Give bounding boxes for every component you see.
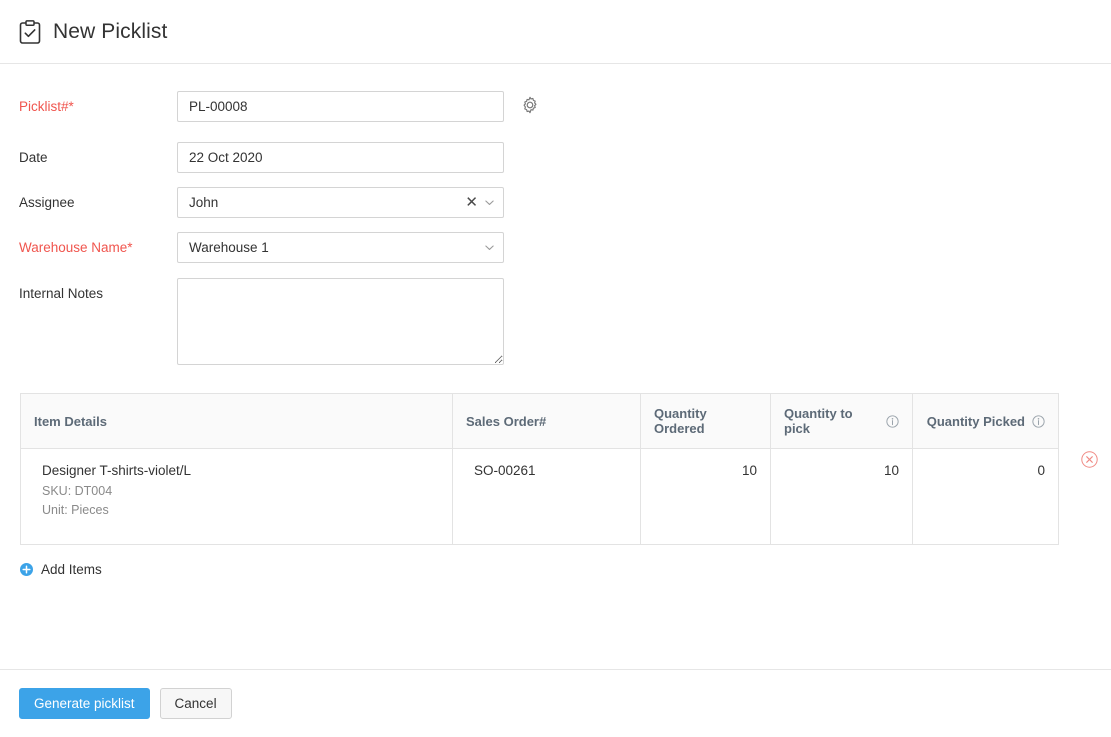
warehouse-name-select[interactable]: Warehouse 1 (177, 232, 504, 263)
warehouse-name-field-wrap: Warehouse 1 (177, 232, 504, 263)
page-header: New Picklist (0, 0, 1111, 64)
info-icon-quantity-picked[interactable] (1032, 415, 1045, 428)
internal-notes-field-wrap (177, 278, 504, 365)
picklist-number-settings-button[interactable] (521, 96, 539, 114)
cell-quantity-to-pick[interactable]: 10 (771, 449, 913, 545)
add-items-button[interactable]: Add Items (20, 562, 102, 577)
picklist-form: Picklist#* Date Assignee John ✕ (0, 64, 1111, 365)
table-row: Designer T-shirts-violet/L SKU: DT004 Un… (21, 449, 1059, 545)
picklist-number-field-wrap (177, 91, 539, 122)
assignee-clear-icon[interactable]: ✕ (465, 195, 478, 210)
items-table-body: Designer T-shirts-violet/L SKU: DT004 Un… (21, 449, 1059, 545)
form-row-picklist-number: Picklist#* (0, 91, 1111, 123)
plus-circle-icon (20, 563, 33, 576)
column-label-quantity-to-pick: Quantity to pick (784, 406, 879, 436)
warehouse-chevron-down-icon[interactable] (484, 242, 495, 253)
column-header-sales-order: Sales Order# (453, 394, 641, 449)
items-table: Item Details Sales Order# Quantity Order… (20, 393, 1059, 545)
circle-close-icon (1081, 451, 1098, 468)
picklist-number-input[interactable] (177, 91, 504, 122)
form-row-warehouse-name: Warehouse Name* Warehouse 1 (0, 232, 1111, 264)
column-label-quantity-picked: Quantity Picked (927, 414, 1025, 429)
item-name: Designer T-shirts-violet/L (34, 463, 439, 478)
cell-quantity-picked[interactable]: 0 (913, 449, 1059, 545)
cell-item-details: Designer T-shirts-violet/L SKU: DT004 Un… (21, 449, 453, 545)
item-sku: SKU: DT004 (34, 482, 439, 501)
assignee-label: Assignee (0, 187, 177, 218)
form-row-internal-notes: Internal Notes (0, 278, 1111, 365)
info-icon-quantity-to-pick[interactable] (886, 415, 899, 428)
assignee-selected-value: John (189, 195, 465, 210)
column-header-quantity-picked: Quantity Picked (913, 394, 1059, 449)
assignee-chevron-down-icon[interactable] (484, 197, 495, 208)
column-header-quantity-ordered: Quantity Ordered (641, 394, 771, 449)
add-items-label: Add Items (41, 562, 102, 577)
items-table-wrap: Item Details Sales Order# Quantity Order… (20, 393, 1058, 545)
generate-picklist-button[interactable]: Generate picklist (19, 688, 150, 719)
cancel-button[interactable]: Cancel (160, 688, 232, 719)
gear-icon (521, 96, 539, 114)
page-title: New Picklist (53, 20, 167, 44)
internal-notes-textarea[interactable] (177, 278, 504, 365)
internal-notes-label: Internal Notes (0, 278, 177, 309)
assignee-select[interactable]: John ✕ (177, 187, 504, 218)
clipboard-check-icon (19, 20, 41, 44)
assignee-field-wrap: John ✕ (177, 187, 504, 218)
items-table-head: Item Details Sales Order# Quantity Order… (21, 394, 1059, 449)
form-row-assignee: Assignee John ✕ (0, 187, 1111, 219)
date-field-wrap (177, 142, 504, 173)
footer-bar: Generate picklist Cancel (0, 669, 1111, 737)
picklist-number-label: Picklist#* (0, 91, 177, 122)
column-header-item-details: Item Details (21, 394, 453, 449)
warehouse-name-selected-value: Warehouse 1 (189, 240, 484, 255)
date-input[interactable] (177, 142, 504, 173)
warehouse-name-label: Warehouse Name* (0, 232, 177, 263)
item-unit: Unit: Pieces (34, 501, 439, 520)
items-table-header-row: Item Details Sales Order# Quantity Order… (21, 394, 1059, 449)
date-label: Date (0, 142, 177, 173)
delete-row-button[interactable] (1081, 451, 1098, 468)
column-header-quantity-to-pick: Quantity to pick (771, 394, 913, 449)
cell-quantity-ordered: 10 (641, 449, 771, 545)
column-label-quantity-ordered: Quantity Ordered (654, 406, 757, 436)
column-label-item-details: Item Details (34, 414, 107, 429)
cell-sales-order: SO-00261 (453, 449, 641, 545)
column-label-sales-order: Sales Order# (466, 414, 546, 429)
form-row-date: Date (0, 142, 1111, 174)
